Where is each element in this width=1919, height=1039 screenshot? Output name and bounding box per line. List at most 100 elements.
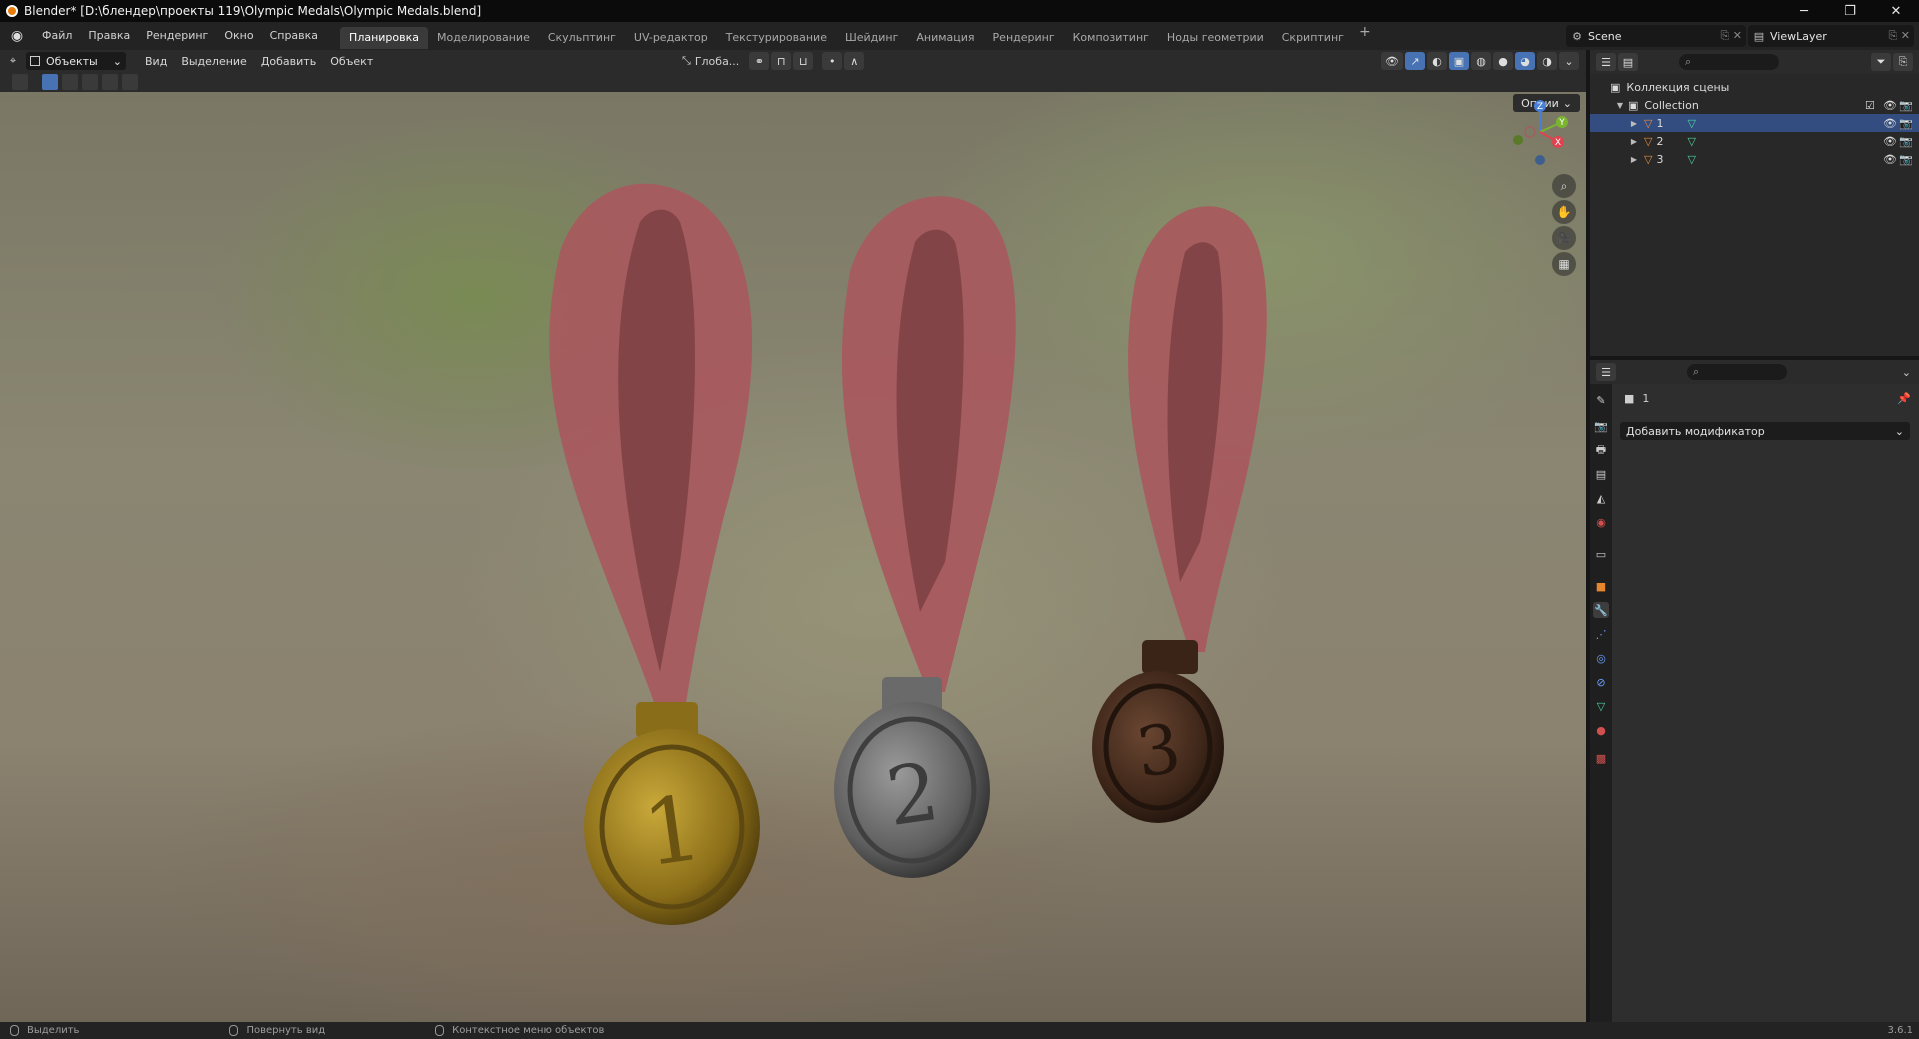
eye-icon[interactable]: 👁 (1883, 117, 1897, 130)
particles-tab-icon[interactable]: ⋰ (1593, 626, 1609, 642)
rendered-shading-icon[interactable]: ◑ (1537, 52, 1557, 70)
editor-type-icon[interactable]: ⌖ (0, 54, 26, 68)
falloff-icon[interactable]: ∧ (844, 52, 865, 70)
snap-target-icon[interactable]: ⊔ (793, 52, 814, 70)
scene-actions-icon[interactable]: ⎘ ✕ (1720, 29, 1746, 43)
viewlayer-name[interactable]: ViewLayer (1770, 30, 1827, 43)
gizmo-toggle-icon[interactable]: ↗ (1405, 52, 1425, 70)
tool-tab-icon[interactable]: ✎ (1593, 392, 1609, 408)
scene-selector[interactable]: ⚙ Scene ⎘ ✕ (1566, 25, 1746, 47)
tab-rendering[interactable]: Рендеринг (984, 27, 1064, 49)
tab-modeling[interactable]: Моделирование (428, 27, 539, 49)
tab-texture-paint[interactable]: Текстурирование (717, 27, 836, 49)
menu-window[interactable]: Окно (216, 22, 261, 50)
pan-hand-icon[interactable]: ✋ (1552, 200, 1576, 224)
display-mode-icon[interactable]: ▤ (1618, 53, 1638, 71)
menu-add[interactable]: Добавить (254, 55, 323, 68)
menu-file[interactable]: Файл (34, 22, 80, 50)
tab-sculpting[interactable]: Скульптинг (539, 27, 625, 49)
outliner-row-object-3[interactable]: ▶ ▽ 3 ▽ 👁 📷 (1590, 150, 1919, 168)
menu-help[interactable]: Справка (262, 22, 326, 50)
overlay-toggle-icon[interactable]: ◐ (1427, 52, 1447, 70)
camera-icon[interactable]: 📷 (1899, 153, 1913, 166)
select-new-icon[interactable] (42, 74, 58, 90)
chevron-down-icon[interactable]: ⌄ (1902, 366, 1911, 379)
expand-arrow-icon[interactable]: ▶ (1628, 155, 1640, 164)
tab-animation[interactable]: Анимация (907, 27, 983, 49)
wireframe-shading-icon[interactable]: ◍ (1471, 52, 1491, 70)
minimize-button[interactable]: ─ (1781, 0, 1827, 22)
tab-shading[interactable]: Шейдинг (836, 27, 907, 49)
output-tab-icon[interactable]: 🖶 (1593, 442, 1609, 458)
properties-editor-type-icon[interactable]: ☰ (1596, 363, 1616, 381)
select-invert-icon[interactable] (102, 74, 118, 90)
tab-uv-editing[interactable]: UV-редактор (625, 27, 717, 49)
visibility-icon[interactable]: 👁 (1381, 52, 1403, 70)
scene-name[interactable]: Scene (1588, 30, 1622, 43)
viewlayer-actions-icon[interactable]: ⎘ ✕ (1888, 29, 1914, 43)
constraints-tab-icon[interactable]: ⊘ (1593, 674, 1609, 690)
select-tool-icon[interactable] (12, 74, 28, 90)
zoom-icon[interactable]: ⌕ (1552, 174, 1576, 198)
render-tab-icon[interactable]: 📷 (1593, 418, 1609, 434)
tab-compositing[interactable]: Композитинг (1064, 27, 1158, 49)
eye-icon[interactable]: 👁 (1883, 135, 1897, 148)
outliner-row-scene-collection[interactable]: ▣ Коллекция сцены (1590, 78, 1919, 96)
texture-tab-icon[interactable]: ▩ (1593, 750, 1609, 766)
tab-layout[interactable]: Планировка (340, 26, 429, 49)
menu-object[interactable]: Объект (323, 55, 380, 68)
camera-icon[interactable]: 📷 (1899, 117, 1913, 130)
blender-menu-icon[interactable]: ◉ (8, 27, 26, 45)
data-tab-icon[interactable]: ▽ (1593, 698, 1609, 714)
tab-scripting[interactable]: Скриптинг (1273, 27, 1353, 49)
add-workspace-button[interactable]: + (1353, 24, 1377, 49)
eye-icon[interactable]: 👁 (1883, 99, 1897, 112)
outliner-row-object-2[interactable]: ▶ ▽ 2 ▽ 👁 📷 (1590, 132, 1919, 150)
properties-search-input[interactable]: ⌕ (1687, 364, 1787, 380)
expand-arrow-icon[interactable]: ▶ (1628, 137, 1640, 146)
new-collection-icon[interactable]: ⎘ (1893, 53, 1913, 71)
outliner-search-input[interactable]: ⌕ (1679, 54, 1779, 70)
transform-orientation[interactable]: Глоба... (695, 55, 739, 68)
xray-toggle-icon[interactable]: ▣ (1449, 52, 1469, 70)
restore-button[interactable]: ❐ (1827, 0, 1873, 22)
pin-icon[interactable]: 📌 (1897, 392, 1911, 405)
material-shading-icon[interactable]: ◕ (1515, 52, 1535, 70)
perspective-grid-icon[interactable]: ▦ (1552, 252, 1576, 276)
camera-icon[interactable]: 📷 (1899, 135, 1913, 148)
select-extend-icon[interactable] (62, 74, 78, 90)
camera-view-icon[interactable]: 🎥 (1552, 226, 1576, 250)
solid-shading-icon[interactable]: ● (1493, 52, 1513, 70)
shading-options-icon[interactable]: ⌄ (1559, 52, 1579, 70)
pivot-point-icon[interactable]: ⚭ (749, 52, 770, 70)
checkbox-icon[interactable]: ☑ (1865, 99, 1875, 112)
filter-icon[interactable]: ⏷ (1871, 53, 1891, 71)
outliner-row-collection[interactable]: ▼ ▣ Collection ☑ 👁 📷 (1590, 96, 1919, 114)
modifier-tab-icon[interactable]: 🔧 (1593, 602, 1609, 618)
tab-geometry-nodes[interactable]: Ноды геометрии (1158, 27, 1273, 49)
add-modifier-dropdown[interactable]: Добавить модификатор ⌄ (1620, 422, 1910, 440)
select-intersect-icon[interactable] (122, 74, 138, 90)
menu-render[interactable]: Рендеринг (138, 22, 216, 50)
material-tab-icon[interactable]: ● (1593, 722, 1609, 738)
view-layer-tab-icon[interactable]: ▤ (1593, 466, 1609, 482)
camera-icon[interactable]: 📷 (1899, 99, 1913, 112)
eye-icon[interactable]: 👁 (1883, 153, 1897, 166)
viewlayer-selector[interactable]: ▤ ViewLayer ⎘ ✕ (1748, 25, 1914, 47)
menu-select[interactable]: Выделение (174, 55, 254, 68)
mode-selector[interactable]: Объекты ⌄ (26, 52, 126, 70)
menu-view[interactable]: Вид (138, 55, 174, 68)
close-button[interactable]: ✕ (1873, 0, 1919, 22)
navigation-gizmo[interactable]: Z Y X (1500, 92, 1580, 172)
menu-edit[interactable]: Правка (80, 22, 138, 50)
proportional-edit-icon[interactable]: • (822, 52, 843, 70)
expand-arrow-icon[interactable]: ▶ (1628, 119, 1640, 128)
physics-tab-icon[interactable]: ◎ (1593, 650, 1609, 666)
scene-tab-icon[interactable]: ◭ (1593, 490, 1609, 506)
object-tab-icon[interactable]: ■ (1593, 578, 1609, 594)
world-tab-icon[interactable]: ◉ (1593, 514, 1609, 530)
select-subtract-icon[interactable] (82, 74, 98, 90)
expand-arrow-icon[interactable]: ▼ (1614, 101, 1626, 110)
collection-tab-icon[interactable]: ▭ (1593, 546, 1609, 562)
outliner-row-object-1[interactable]: ▶ ▽ 1 ▽ 👁 📷 (1590, 114, 1919, 132)
